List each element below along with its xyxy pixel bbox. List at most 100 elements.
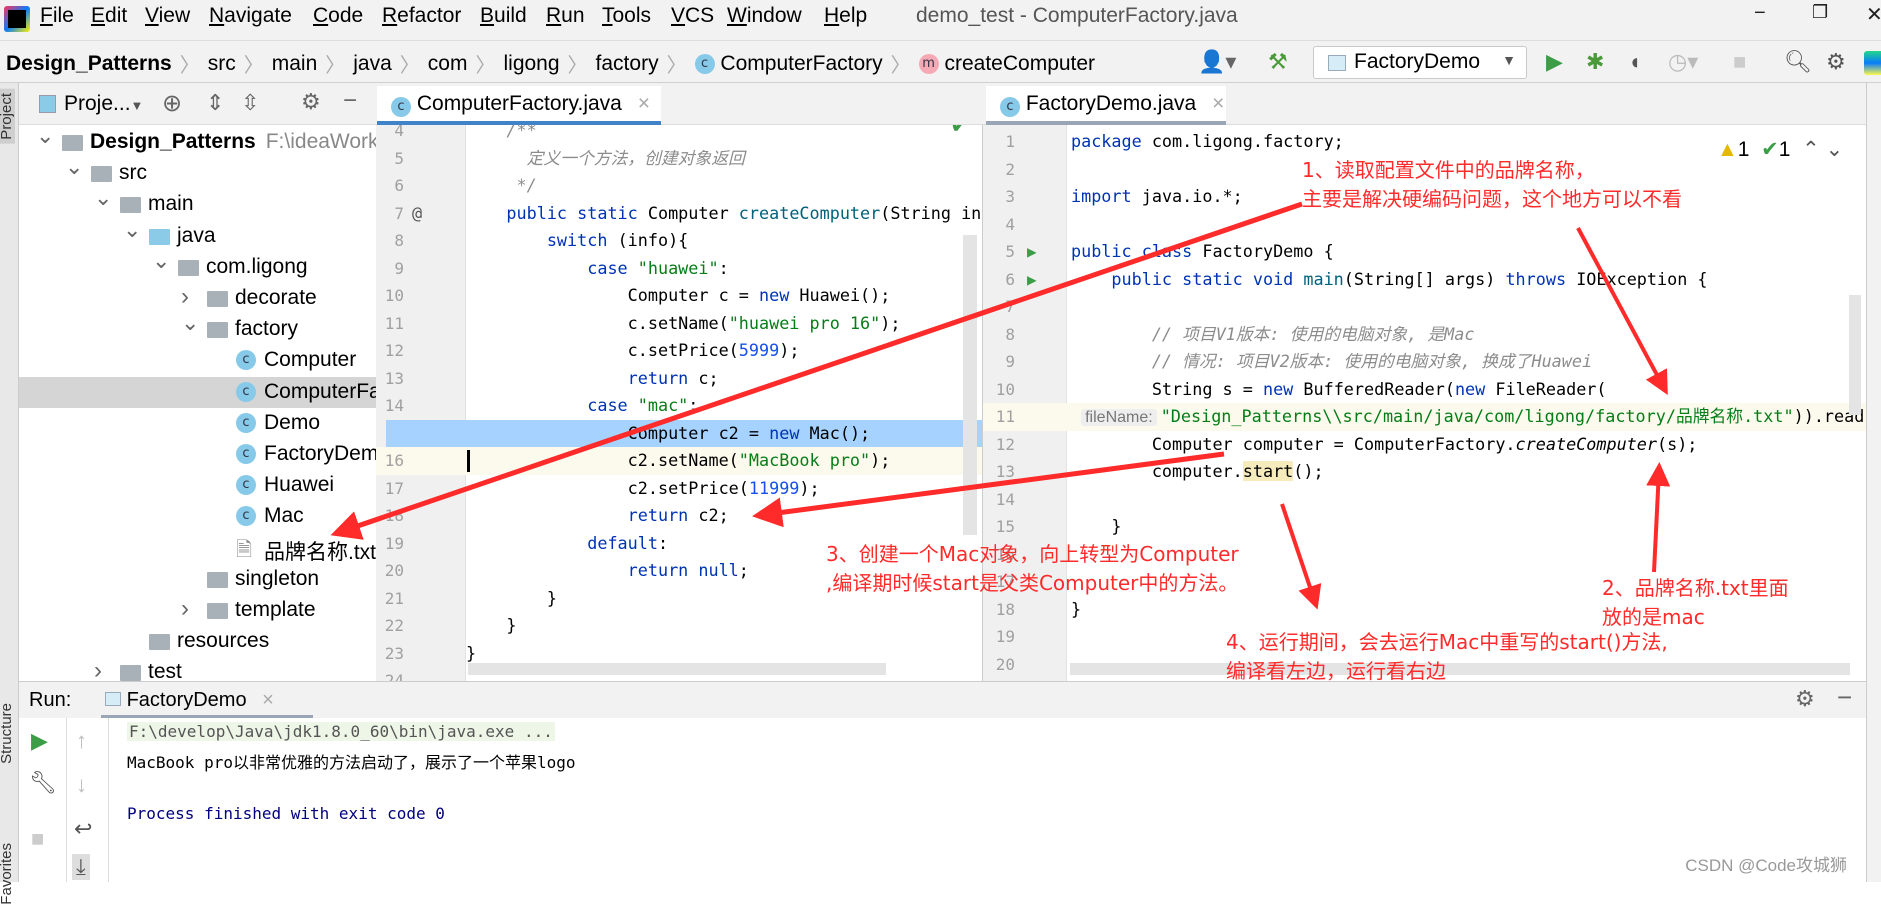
- tree-item[interactable]: c Demo: [19, 408, 376, 439]
- code-line[interactable]: 10 Computer c = new Huawei();: [376, 282, 982, 310]
- chevron-down-icon[interactable]: ⌄: [123, 217, 141, 243]
- tree-item[interactable]: ⌄ main: [19, 185, 376, 220]
- code-line[interactable]: 15 }: [983, 513, 1866, 541]
- chevron-right-icon[interactable]: ›: [94, 657, 102, 681]
- code-line[interactable]: 12 Computer computer = ComputerFactory.c…: [983, 431, 1866, 459]
- code-line[interactable]: 16 c2.setName("MacBook pro");: [376, 447, 982, 475]
- coverage-icon[interactable]: ◖: [1628, 48, 1641, 76]
- next-highlight-icon[interactable]: ⌄: [1826, 138, 1844, 161]
- code-line[interactable]: 11 c.setName("huawei pro 16");: [376, 310, 982, 338]
- tree-item[interactable]: c Computer: [19, 345, 376, 376]
- vertical-scrollbar[interactable]: [1849, 295, 1861, 415]
- run-tab-factorydemo[interactable]: FactoryDemo ×: [101, 682, 313, 718]
- menu-window[interactable]: Window: [727, 4, 802, 28]
- breadcrumb-method[interactable]: createComputer: [944, 52, 1095, 76]
- menu-refactor[interactable]: Refactor: [382, 4, 461, 28]
- code-line[interactable]: 5 定义一个方法，创建对象返回: [376, 145, 982, 173]
- code-line[interactable]: 13 return c;: [376, 365, 982, 393]
- menu-view[interactable]: View: [145, 4, 190, 28]
- tree-item[interactable]: c ComputerFa: [19, 376, 376, 408]
- code-line[interactable]: 7 @ public static Computer createComputer…: [376, 200, 982, 228]
- menu-edit[interactable]: Edit: [91, 4, 127, 28]
- rerun-icon[interactable]: ▶: [31, 728, 48, 754]
- menu-navigate[interactable]: Navigate: [209, 4, 292, 28]
- close-window-button[interactable]: ✕: [1866, 2, 1881, 27]
- breadcrumb-factory[interactable]: factory: [596, 52, 659, 76]
- tree-item[interactable]: c FactoryDem: [19, 439, 376, 470]
- horizontal-scrollbar[interactable]: [468, 663, 886, 675]
- toolbox-icon[interactable]: [1864, 51, 1881, 75]
- tree-item[interactable]: ⌄ com.ligong: [19, 248, 376, 283]
- breadcrumb-project[interactable]: Design_Patterns: [6, 52, 172, 76]
- profile-icon[interactable]: ◷▾: [1668, 48, 1698, 76]
- breadcrumb-class[interactable]: ComputerFactory: [720, 52, 882, 76]
- hide-panel-icon[interactable]: −: [1837, 682, 1852, 713]
- chevron-right-icon[interactable]: ›: [181, 595, 189, 623]
- chevron-down-icon[interactable]: ⌄: [65, 154, 83, 180]
- menu-code[interactable]: Code: [313, 4, 363, 28]
- vertical-scrollbar[interactable]: [963, 235, 977, 535]
- tree-item[interactable]: c Huawei: [19, 470, 376, 501]
- chevron-down-icon[interactable]: ⌄: [94, 185, 112, 211]
- breadcrumb-main[interactable]: main: [272, 52, 318, 76]
- expand-all-icon[interactable]: ⇕: [206, 90, 224, 116]
- chevron-down-icon[interactable]: ⌄: [36, 125, 54, 149]
- menu-tools[interactable]: Tools: [602, 4, 651, 28]
- code-line[interactable]: 12 c.setPrice(5999);: [376, 337, 982, 365]
- chevron-down-icon[interactable]: ⌄: [152, 248, 170, 274]
- hide-panel-icon[interactable]: −: [343, 87, 357, 115]
- tab-factorydemo[interactable]: c FactoryDemo.java ×: [986, 86, 1226, 125]
- breadcrumb-com[interactable]: com: [428, 52, 468, 76]
- code-line[interactable]: 9 case "huawei":: [376, 255, 982, 283]
- breadcrumb-src[interactable]: src: [208, 52, 236, 76]
- debug-bug-icon[interactable]: ✱: [1586, 48, 1604, 76]
- menu-run[interactable]: Run: [546, 4, 585, 28]
- tree-item[interactable]: singleton: [19, 564, 376, 595]
- code-line[interactable]: 14 case "mac":: [376, 392, 982, 420]
- code-line[interactable]: 11 fileName: "Design_Patterns\\src/main/j…: [983, 403, 1866, 431]
- tree-item[interactable]: ⌄ src: [19, 154, 376, 189]
- minimize-button[interactable]: −: [1754, 2, 1766, 25]
- down-arrow-icon[interactable]: ↓: [76, 772, 87, 798]
- chevron-right-icon[interactable]: ›: [181, 283, 189, 311]
- code-line[interactable]: 15 Computer c2 = new Mac();: [376, 419, 982, 447]
- structure-tool-button[interactable]: Structure: [0, 703, 15, 764]
- maximize-button[interactable]: ❐: [1812, 2, 1828, 23]
- code-line[interactable]: 6 ▶ public static void main(String[] args…: [983, 266, 1866, 294]
- code-line[interactable]: 8 switch (info){: [376, 227, 982, 255]
- favorites-tool-button[interactable]: Favorites: [0, 843, 15, 905]
- gear-icon[interactable]: ⚙: [1826, 48, 1846, 76]
- tree-item[interactable]: ⌄ java: [19, 217, 376, 252]
- code-line[interactable]: 4: [983, 211, 1866, 239]
- vcs-user-icon[interactable]: 👤▾: [1198, 48, 1236, 76]
- code-line[interactable]: 7: [983, 293, 1866, 321]
- previous-highlight-icon[interactable]: ⌃: [1802, 138, 1820, 161]
- locate-target-icon[interactable]: ⊕: [162, 89, 182, 118]
- tree-item[interactable]: › test: [19, 657, 376, 681]
- stop-icon[interactable]: ■: [1733, 48, 1746, 76]
- menu-file[interactable]: File: [40, 4, 74, 28]
- project-tool-button[interactable]: Project: [0, 89, 15, 144]
- close-tab-icon[interactable]: ×: [638, 92, 650, 115]
- build-hammer-icon[interactable]: ⚒: [1268, 48, 1288, 76]
- run-configuration-dropdown[interactable]: FactoryDemo ▼: [1313, 46, 1527, 79]
- tree-item[interactable]: › template: [19, 595, 376, 626]
- run-gutter-icon[interactable]: ▶: [1027, 238, 1037, 266]
- code-line[interactable]: 17 c2.setPrice(11999);: [376, 475, 982, 503]
- scroll-to-end-icon[interactable]: ⤓: [72, 854, 90, 880]
- project-view-dropdown[interactable]: Proje...▼: [64, 92, 143, 116]
- close-tab-icon[interactable]: ×: [1212, 92, 1224, 115]
- run-gutter-icon[interactable]: ▶: [1027, 266, 1037, 294]
- gear-icon[interactable]: ⚙: [301, 89, 321, 115]
- override-marker-icon[interactable]: @: [412, 200, 422, 228]
- gear-icon[interactable]: ⚙: [1795, 686, 1815, 712]
- inspection-widget[interactable]: ▲1 ✔1 ⌃ ⌄: [1713, 137, 1848, 162]
- code-line[interactable]: 6 */: [376, 172, 982, 200]
- tree-item[interactable]: ⌄ factory: [19, 310, 376, 345]
- code-line[interactable]: 13 computer.start();: [983, 458, 1866, 486]
- tab-computerfactory[interactable]: c ComputerFactory.java ×: [377, 86, 661, 125]
- code-line[interactable]: 18 return c2;: [376, 502, 982, 530]
- code-line[interactable]: 9 // 情况: 项目V2版本: 使用的电脑对象, 换成了Huawei: [983, 348, 1866, 376]
- code-line[interactable]: 10 String s = new BufferedReader(new Fil…: [983, 376, 1866, 404]
- up-arrow-icon[interactable]: ↑: [76, 728, 87, 754]
